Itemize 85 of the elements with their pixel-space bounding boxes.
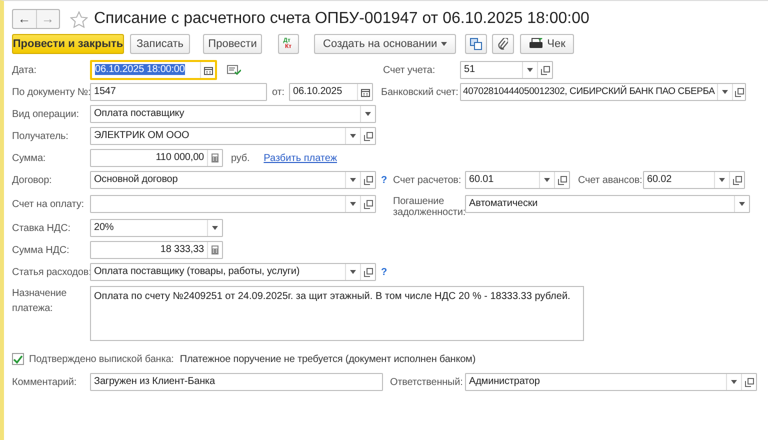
open-icon bbox=[732, 176, 742, 184]
create-based-on-button[interactable]: Создать на основании bbox=[314, 34, 456, 54]
toolbar-button[interactable]: Провести bbox=[203, 34, 262, 54]
split-payment-link[interactable]: Разбить платеж bbox=[264, 150, 338, 166]
caret-icon bbox=[212, 226, 218, 230]
caret-icon bbox=[350, 134, 356, 138]
payment-purpose-field[interactable]: Оплата по счету №2409251 от 24.09.2025г. за щит этажный. В том числе НДС 20 % - 18333.33 рублей. bbox=[90, 286, 584, 341]
back-button[interactable]: ← bbox=[13, 10, 36, 28]
field-label: Банковский счет: bbox=[381, 86, 458, 98]
receipt-button[interactable]: Чек bbox=[520, 34, 574, 54]
help-link[interactable]: ? bbox=[381, 264, 388, 280]
field-label: Счет учета: bbox=[383, 64, 436, 76]
field-label: Комментарий: bbox=[12, 376, 77, 388]
input-field[interactable]: ЭЛЕКТРИК ОМ ООО bbox=[90, 127, 376, 145]
input-field[interactable]: 1547 bbox=[90, 83, 267, 101]
field-label: Вид операции: bbox=[12, 108, 79, 120]
input-field[interactable]: 60.02 bbox=[643, 171, 745, 189]
input-field[interactable]: 20% bbox=[90, 219, 223, 237]
open-icon bbox=[364, 176, 372, 184]
field-label: Счет на оплату: bbox=[12, 198, 84, 210]
star-icon[interactable] bbox=[70, 10, 88, 28]
caret-icon bbox=[722, 90, 728, 94]
open-icon bbox=[735, 88, 744, 96]
field-label: Счет расчетов: bbox=[393, 174, 462, 186]
status-note: Платежное поручение не требуется (документ исполнен банком) bbox=[180, 352, 476, 366]
input-field[interactable]: 06.10.2025 18:00:00 bbox=[90, 60, 217, 80]
post-and-close-button[interactable]: Провести и закрыть bbox=[12, 34, 124, 54]
structure-button[interactable] bbox=[465, 34, 488, 54]
caret-icon bbox=[350, 270, 356, 274]
help-link[interactable]: ? bbox=[381, 172, 388, 188]
caret-icon bbox=[350, 202, 356, 206]
currency-label: руб. bbox=[231, 152, 250, 166]
open-icon bbox=[364, 200, 372, 208]
caret-icon bbox=[544, 178, 550, 182]
input-field[interactable]: Автоматически bbox=[465, 195, 750, 213]
calendar-icon bbox=[360, 88, 370, 96]
caret-icon bbox=[739, 202, 745, 206]
field-label: Ставка НДС: bbox=[12, 222, 70, 234]
input-field[interactable]: Администратор bbox=[465, 373, 757, 391]
input-field[interactable]: Оплата поставщику bbox=[90, 105, 376, 123]
field-label: Назначение платежа: bbox=[12, 288, 67, 314]
toolbar-button[interactable]: Записать bbox=[130, 34, 190, 54]
caret-icon bbox=[719, 178, 725, 182]
field-label: Договор: bbox=[12, 174, 52, 186]
field-label: Погашение задолженности: bbox=[393, 196, 465, 218]
open-icon bbox=[364, 268, 372, 276]
field-label: Статья расходов: bbox=[12, 266, 92, 278]
input-field[interactable]: Оплата поставщику (товары, работы, услуги) bbox=[90, 263, 376, 281]
input-field[interactable] bbox=[90, 195, 376, 213]
calendar-icon bbox=[204, 66, 212, 74]
open-icon bbox=[540, 66, 550, 74]
attach-button[interactable] bbox=[492, 34, 514, 54]
caret-icon bbox=[365, 112, 371, 116]
field-label: Дата: bbox=[12, 64, 36, 76]
field-label: По документу №: bbox=[12, 86, 91, 98]
field-label: Сумма НДС: bbox=[12, 244, 70, 256]
paperclip-icon bbox=[498, 38, 508, 50]
status-icon bbox=[227, 64, 241, 76]
input-field[interactable]: 06.10.2025 bbox=[289, 83, 373, 101]
caret-icon bbox=[731, 380, 737, 384]
input-field[interactable]: 40702810444050012302, СИБИРСКИЙ БАНК ПАО СБЕРБА bbox=[460, 83, 746, 101]
field-label: Получатель: bbox=[12, 130, 68, 142]
field-label: Ответственный: bbox=[390, 376, 463, 388]
input-field[interactable]: 110 000,00 bbox=[90, 149, 223, 167]
field-label: Счет авансов: bbox=[578, 174, 642, 186]
checkbox-label: Подтверждено выпиской банка: bbox=[29, 352, 174, 366]
open-icon bbox=[744, 378, 754, 386]
input-field[interactable]: 51 bbox=[460, 61, 553, 79]
input-field[interactable]: Загружен из Клиент-Банка bbox=[90, 373, 383, 391]
input-field[interactable]: 18 333,33 bbox=[90, 241, 223, 259]
field-label: от: bbox=[272, 86, 284, 98]
field-label: Сумма: bbox=[12, 152, 46, 164]
printer-icon bbox=[529, 38, 544, 50]
structure-icon bbox=[470, 38, 482, 50]
caret-icon bbox=[350, 178, 356, 182]
caret-icon bbox=[527, 68, 533, 72]
calculator-icon bbox=[211, 245, 219, 255]
checkbox[interactable] bbox=[12, 353, 24, 365]
input-field[interactable]: Основной договор bbox=[90, 171, 376, 189]
open-icon bbox=[364, 132, 372, 140]
caret-icon bbox=[441, 42, 448, 46]
open-icon bbox=[558, 176, 566, 184]
input-field[interactable]: 60.01 bbox=[465, 171, 570, 189]
calculator-icon bbox=[211, 153, 219, 163]
window-title: Списание с расчетного счета ОПБУ-001947 от 06.10.2025 18:00:00 bbox=[94, 9, 590, 29]
